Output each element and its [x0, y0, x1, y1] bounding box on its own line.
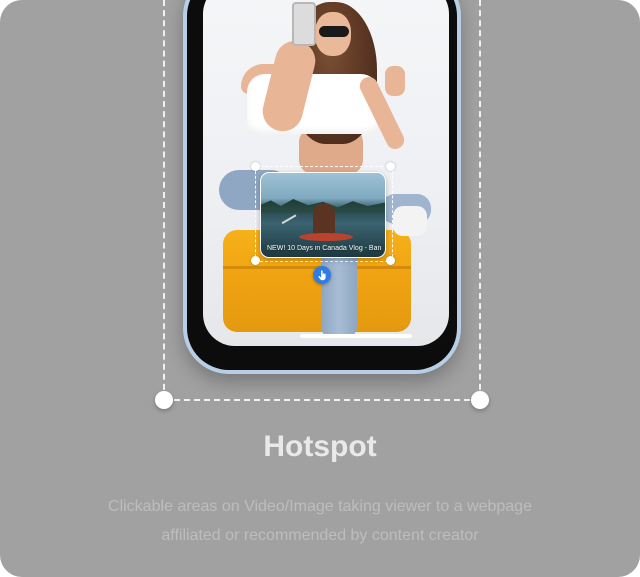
hand-pointer-glyph	[317, 269, 326, 280]
selection-guide-right	[479, 0, 481, 400]
thumbnail-kayak	[299, 233, 353, 241]
resize-handle-bottom-left[interactable]	[251, 256, 260, 265]
selection-handle-right[interactable]	[471, 391, 489, 409]
selection-handle-left[interactable]	[155, 391, 173, 409]
card-title: Hotspot	[263, 430, 377, 463]
hotspot-video-card[interactable]: NEW! 10 Days in Canada Vlog - Banff...	[260, 172, 386, 258]
scene-sunglasses	[319, 26, 349, 37]
scene-sneaker	[393, 206, 427, 236]
hotspot-video-title: NEW! 10 Days in Canada Vlog - Banff...	[267, 245, 381, 252]
resize-handle-top-left[interactable]	[251, 162, 260, 171]
resize-handle-bottom-right[interactable]	[386, 256, 395, 265]
scene-peace-hand	[385, 66, 405, 96]
selection-guide-bottom	[164, 399, 480, 401]
card-description: Clickable areas on Video/Image taking vi…	[108, 498, 532, 544]
thumbnail-paddle	[281, 214, 299, 228]
selection-guide-left	[163, 0, 165, 400]
home-indicator	[300, 334, 412, 338]
feature-card: NEW! 10 Days in Canada Vlog - Banff... H…	[0, 0, 640, 577]
scene-held-phone	[292, 2, 316, 46]
thumbnail-person	[313, 203, 335, 237]
resize-handle-top-right[interactable]	[386, 162, 395, 171]
hand-pointer-icon[interactable]	[313, 266, 331, 284]
